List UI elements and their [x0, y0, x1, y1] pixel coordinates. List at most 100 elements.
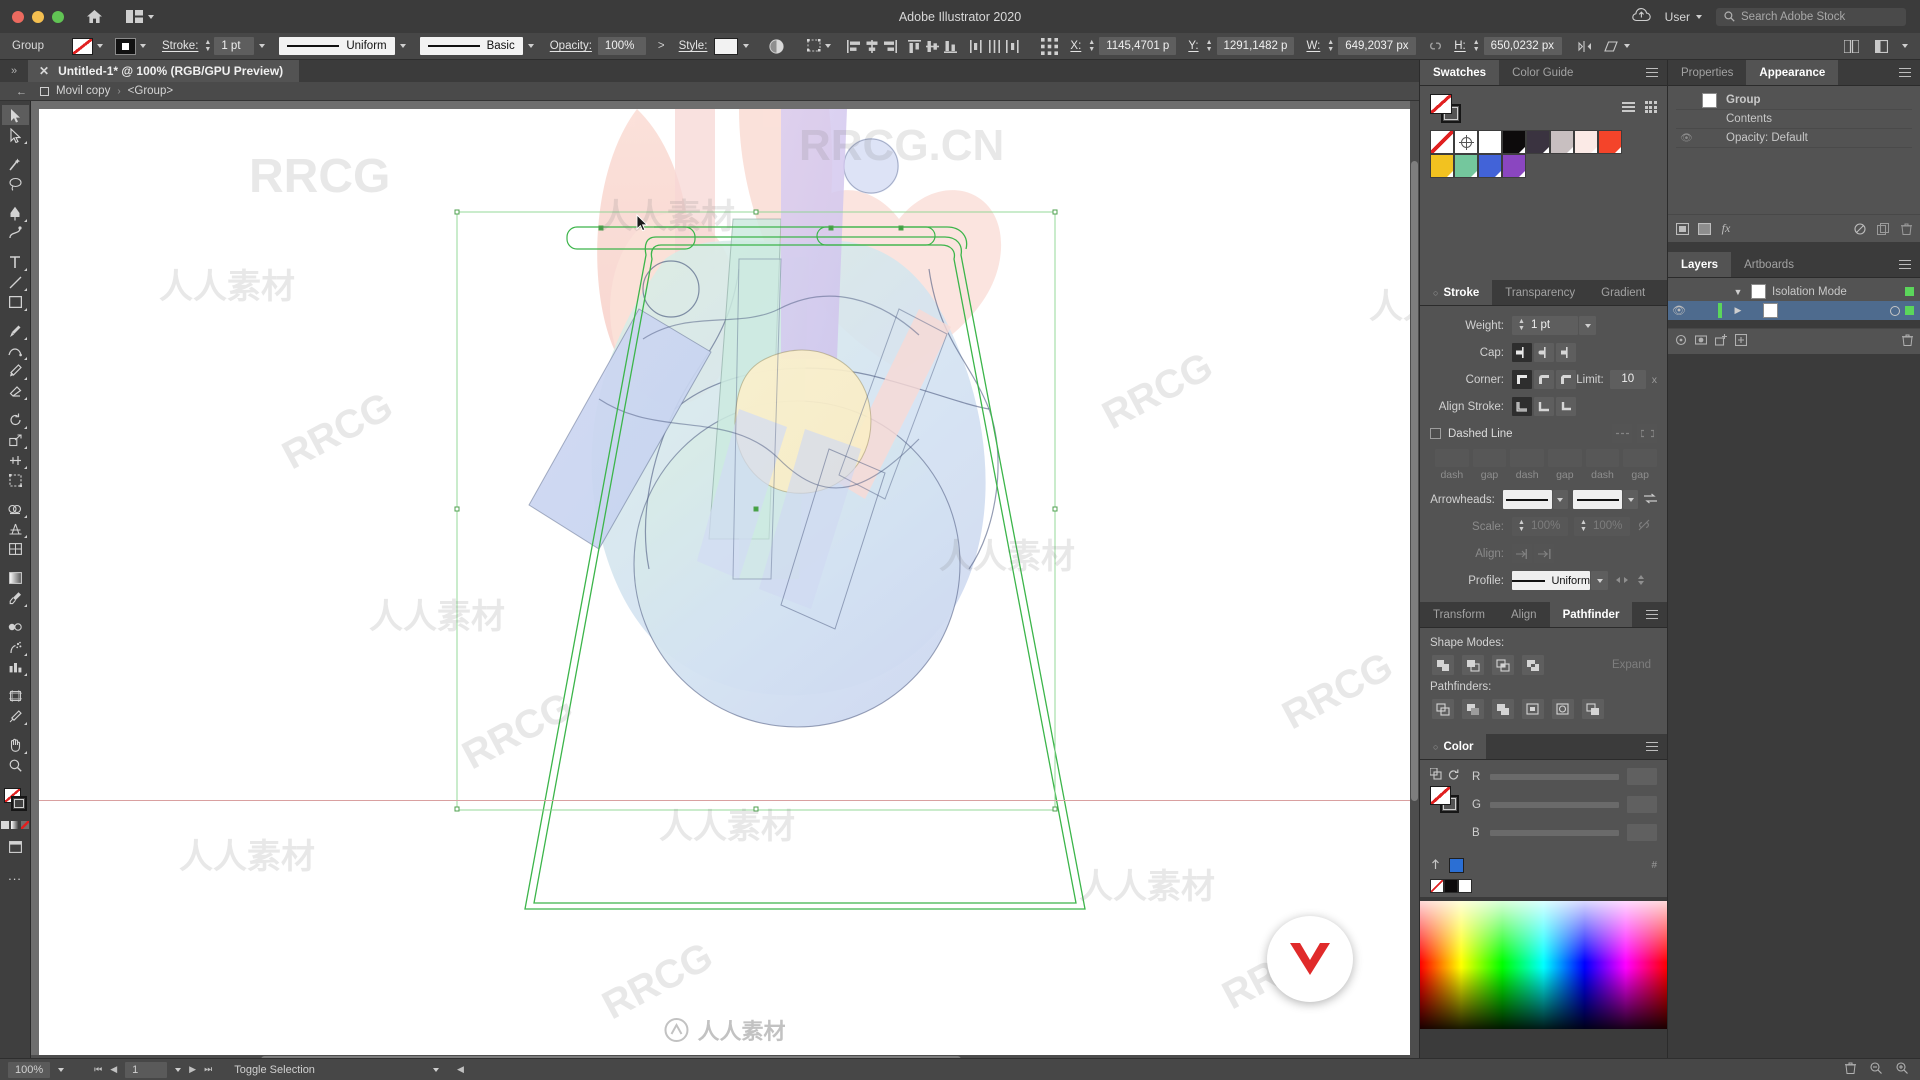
- arrange-workspace-icon[interactable]: [1842, 37, 1860, 55]
- cloud-icon[interactable]: [1631, 8, 1651, 25]
- tab-align[interactable]: Align: [1498, 602, 1550, 627]
- document-tab[interactable]: ✕ Untitled-1* @ 100% (RGB/GPU Preview): [28, 60, 300, 82]
- slice-tool[interactable]: [2, 706, 29, 726]
- tab-menu-icon[interactable]: [1890, 252, 1920, 277]
- swatch-yellow[interactable]: [1430, 154, 1454, 178]
- swatch-warm-gray[interactable]: [1550, 130, 1574, 154]
- round-join-button[interactable]: [1534, 370, 1554, 389]
- appearance-swatch[interactable]: [1702, 92, 1717, 108]
- white-swatch[interactable]: [1458, 879, 1472, 893]
- delete-item-icon[interactable]: [1898, 221, 1914, 236]
- more-tools-button[interactable]: ...: [2, 865, 29, 885]
- align-bottom-icon[interactable]: [941, 37, 959, 55]
- swatch-black[interactable]: [1502, 130, 1526, 154]
- rectangle-tool[interactable]: [2, 292, 29, 312]
- reference-point-grid-icon[interactable]: [1041, 37, 1059, 55]
- swap-arrowheads-icon[interactable]: [1643, 493, 1657, 507]
- height-field[interactable]: 650,0232 px: [1483, 37, 1562, 55]
- artboard-canvas[interactable]: RRCGRRCG.CNRRCGRRCGRRCGRRCGRRCGRRCG人人素材人…: [39, 109, 1411, 1064]
- paintbrush-tool[interactable]: [2, 321, 29, 341]
- last-color-icon[interactable]: [1449, 858, 1464, 873]
- collapse-icon[interactable]: ○: [1433, 742, 1438, 752]
- minus-front-button[interactable]: [1462, 655, 1484, 675]
- channel-value[interactable]: [1627, 768, 1657, 785]
- tab-appearance[interactable]: Appearance: [1746, 60, 1839, 85]
- none-swatch[interactable]: [21, 821, 29, 829]
- tab-swatches[interactable]: Swatches: [1420, 60, 1500, 85]
- scale-tool[interactable]: [2, 430, 29, 450]
- artboard-chevron-down-icon[interactable]: [175, 1067, 182, 1072]
- profile-field[interactable]: Uniform: [1512, 571, 1590, 590]
- locate-object-icon[interactable]: [1675, 334, 1687, 349]
- pen-tool[interactable]: [2, 203, 29, 223]
- mesh-tool[interactable]: [2, 539, 29, 559]
- graphic-style-swatch[interactable]: [714, 37, 739, 55]
- outline-button[interactable]: [1552, 699, 1574, 719]
- tab-color[interactable]: ○ Color: [1420, 734, 1487, 759]
- layer-selection-indicator[interactable]: [1905, 287, 1914, 296]
- arrowhead-start-chevron-down-icon[interactable]: [1552, 490, 1568, 509]
- dash-field-2[interactable]: [1510, 449, 1545, 467]
- fill-stroke-control[interactable]: [1430, 94, 1464, 124]
- reflect-icon[interactable]: [1576, 37, 1594, 55]
- projecting-cap-button[interactable]: [1556, 343, 1576, 362]
- lasso-tool[interactable]: [2, 174, 29, 194]
- tab-menu-icon[interactable]: [1637, 602, 1667, 627]
- appearance-row-1[interactable]: Contents: [1676, 110, 1912, 129]
- tab-properties[interactable]: Properties: [1668, 60, 1746, 85]
- maximize-window-button[interactable]: [52, 10, 64, 23]
- x-coordinate-field[interactable]: 1145,4701 p: [1099, 37, 1177, 55]
- stroke-weight-chevron-down-icon[interactable]: [259, 44, 266, 48]
- transform-chevron-down-icon[interactable]: [825, 44, 832, 48]
- tab-transform[interactable]: Transform: [1420, 602, 1498, 627]
- new-sublayer-icon[interactable]: [1714, 334, 1727, 349]
- tab-stroke[interactable]: ○ Stroke: [1420, 280, 1493, 305]
- scrollbar-thumb[interactable]: [1411, 161, 1418, 801]
- stock-search-box[interactable]: Search Adobe Stock: [1716, 7, 1906, 26]
- constrain-proportions-icon[interactable]: [1426, 37, 1444, 55]
- line-segment-tool[interactable]: [2, 272, 29, 292]
- symbol-sprayer-tool[interactable]: [2, 637, 29, 657]
- bounding-box-handle-tc[interactable]: [753, 209, 759, 215]
- color-panel-menu-icon[interactable]: [1637, 734, 1667, 759]
- layer-target-icon[interactable]: [1890, 305, 1900, 316]
- extra-chevron-down-icon[interactable]: [1623, 44, 1630, 48]
- recolor-artwork-icon[interactable]: [767, 37, 785, 55]
- chevron-down-icon[interactable]: [148, 14, 154, 19]
- butt-cap-button[interactable]: [1512, 343, 1532, 362]
- x-stepper[interactable]: ▲ ▼: [1088, 39, 1095, 53]
- panel-expand-icon[interactable]: »: [0, 60, 28, 82]
- bounding-box-handle-bc[interactable]: [753, 806, 759, 812]
- gradient-tool[interactable]: [2, 568, 29, 588]
- zoom-level-field[interactable]: 100%: [8, 1061, 51, 1078]
- align-top-icon[interactable]: [905, 37, 923, 55]
- opacity-field[interactable]: 100%: [597, 37, 646, 55]
- tab-layers[interactable]: Layers: [1668, 252, 1732, 277]
- status-chevron-down-icon[interactable]: [432, 1067, 439, 1072]
- flip-along-icon[interactable]: [1635, 574, 1647, 588]
- close-icon[interactable]: ✕: [39, 64, 49, 78]
- screen-mode-button[interactable]: [2, 837, 29, 857]
- y-stepper[interactable]: ▲ ▼: [1206, 39, 1213, 53]
- trash-icon[interactable]: [1845, 1062, 1856, 1077]
- layer-twirl-icon[interactable]: ▼: [1731, 287, 1745, 297]
- eyedropper-tool[interactable]: [2, 588, 29, 608]
- color-channel-G[interactable]: G: [1472, 796, 1657, 813]
- add-new-stroke-icon[interactable]: [1674, 221, 1690, 236]
- color-fill-stroke-control[interactable]: [1429, 767, 1464, 852]
- canvas-area[interactable]: RRCGRRCG.CNRRCGRRCGRRCGRRCGRRCGRRCG人人素材人…: [31, 101, 1419, 1064]
- window-controls[interactable]: [12, 10, 64, 23]
- merge-button[interactable]: [1492, 699, 1514, 719]
- arrowhead-end-chevron-down-icon[interactable]: [1623, 490, 1638, 509]
- swatch-white[interactable]: [1478, 130, 1502, 154]
- zoom-chevron-down-icon[interactable]: [58, 1067, 65, 1072]
- user-menu[interactable]: User: [1665, 10, 1702, 24]
- none-swatch-icon[interactable]: [1430, 879, 1444, 893]
- color-channel-R[interactable]: R: [1472, 768, 1657, 785]
- swatch-purple[interactable]: [1502, 154, 1526, 178]
- align-stroke-center-button[interactable]: [1512, 397, 1532, 416]
- round-cap-button[interactable]: [1534, 343, 1554, 362]
- status-prev-button[interactable]: ◀: [457, 1064, 464, 1075]
- stroke-weight-input[interactable]: ▲ ▼ 1 pt: [1512, 316, 1578, 335]
- stroke-weight-stepper[interactable]: ▲ ▼: [204, 39, 211, 53]
